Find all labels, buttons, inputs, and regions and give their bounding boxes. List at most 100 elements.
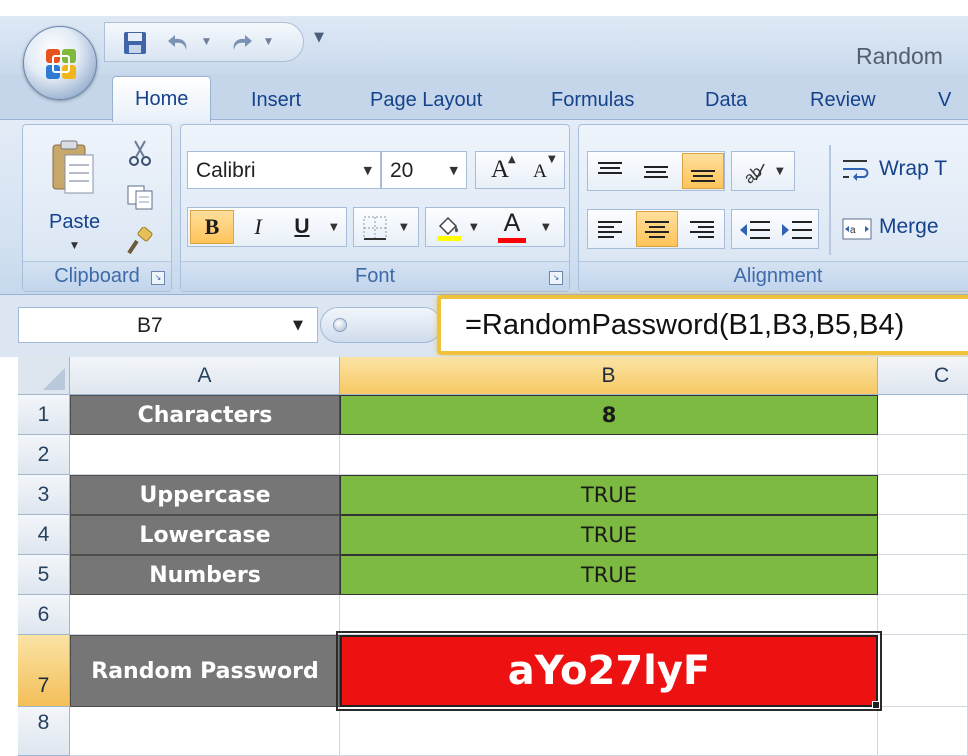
clipboard-group-label: Clipboard: [23, 261, 171, 291]
font-size-combo[interactable]: 20 ▼: [381, 151, 467, 189]
tab-view[interactable]: V: [938, 86, 951, 120]
underline-dropdown-icon[interactable]: ▼: [330, 222, 338, 233]
increase-indent-icon[interactable]: [780, 218, 814, 242]
cell-b5[interactable]: TRUE: [340, 555, 878, 595]
select-all-icon: [43, 368, 65, 390]
tab-data[interactable]: Data: [705, 86, 747, 120]
format-painter-icon[interactable]: [125, 227, 155, 257]
borders-button[interactable]: ▼: [353, 207, 419, 247]
cell-a1[interactable]: Characters: [70, 395, 340, 435]
paste-dropdown-icon[interactable]: ▼: [71, 241, 78, 251]
merge-icon: a: [842, 218, 872, 240]
column-header-c[interactable]: C: [878, 357, 968, 395]
vertical-align-buttons: [587, 151, 725, 191]
tab-formulas[interactable]: Formulas: [551, 86, 634, 120]
merge-button[interactable]: a Merge: [841, 211, 968, 245]
cell-b7-selected[interactable]: aYo27lyF: [336, 631, 882, 711]
indent-buttons: [731, 209, 819, 249]
svg-text:a: a: [850, 225, 856, 236]
font-group-label: Font: [181, 261, 569, 291]
formula-input[interactable]: =RandomPassword(B1,B3,B5,B4): [437, 295, 968, 355]
cell-c5[interactable]: [878, 555, 968, 595]
cell-b3[interactable]: TRUE: [340, 475, 878, 515]
cell-c7[interactable]: [878, 635, 968, 707]
cell-b2[interactable]: [340, 435, 878, 475]
redo-icon[interactable]: [227, 29, 255, 57]
formula-bar-splitter[interactable]: [320, 307, 442, 343]
row-header-6[interactable]: 6: [18, 595, 70, 635]
tab-insert[interactable]: Insert: [251, 86, 301, 120]
row-header-8[interactable]: 8: [18, 707, 70, 756]
paste-label: Paste: [49, 211, 101, 233]
select-all-corner[interactable]: [18, 357, 70, 395]
office-logo-icon: [46, 49, 76, 79]
chevron-down-icon[interactable]: ▼: [293, 318, 303, 333]
cell-a3[interactable]: Uppercase: [70, 475, 340, 515]
clipboard-launcher-icon[interactable]: ↘: [151, 271, 165, 285]
row-header-2[interactable]: 2: [18, 435, 70, 475]
merge-label: Merge: [879, 215, 939, 238]
ribbon: Paste ▼ Clipboard ↘ Calibri ▼ 20 ▼ A ▲ A…: [0, 119, 968, 295]
align-top-icon[interactable]: [596, 160, 624, 184]
font-name-combo[interactable]: Calibri ▼: [187, 151, 381, 189]
name-box[interactable]: B7 ▼: [18, 307, 318, 343]
cell-a8[interactable]: [70, 707, 340, 756]
paste-icon: [52, 140, 94, 194]
cell-a4[interactable]: Lowercase: [70, 515, 340, 555]
borders-dropdown-icon: ▼: [400, 222, 408, 233]
cell-c4[interactable]: [878, 515, 968, 555]
column-header-a[interactable]: A: [70, 357, 340, 395]
cell-c1[interactable]: [878, 395, 968, 435]
cell-a7[interactable]: Random Password: [70, 635, 340, 707]
align-bottom-button[interactable]: [682, 153, 724, 189]
tab-review[interactable]: Review: [810, 86, 876, 120]
save-icon[interactable]: [121, 29, 149, 57]
tab-home[interactable]: Home: [112, 76, 212, 122]
cell-b4[interactable]: TRUE: [340, 515, 878, 555]
customize-icon[interactable]: ▼: [314, 30, 324, 45]
cell-a5[interactable]: Numbers: [70, 555, 340, 595]
cell-c8[interactable]: [878, 707, 968, 756]
bold-button[interactable]: B: [190, 210, 234, 244]
font-color-dropdown-icon[interactable]: ▼: [542, 222, 550, 233]
cell-a2[interactable]: [70, 435, 340, 475]
fill-color-icon[interactable]: [434, 212, 464, 242]
orientation-icon: ab: [741, 163, 766, 186]
italic-button[interactable]: I: [238, 210, 278, 244]
worksheet-grid: A B C 1 2 3 4 5 6 7 8 Characters 8 Upper…: [0, 357, 968, 756]
cell-b6[interactable]: [340, 595, 878, 635]
row-header-3[interactable]: 3: [18, 475, 70, 515]
cell-c6[interactable]: [878, 595, 968, 635]
fill-handle[interactable]: [872, 701, 880, 709]
undo-dropdown-icon[interactable]: ▼: [203, 37, 210, 47]
font-launcher-icon[interactable]: ↘: [549, 271, 563, 285]
align-center-button[interactable]: [636, 211, 678, 247]
redo-dropdown-icon[interactable]: ▼: [265, 37, 272, 47]
font-color-button[interactable]: A: [492, 208, 532, 238]
align-right-icon[interactable]: [688, 218, 716, 242]
cell-c2[interactable]: [878, 435, 968, 475]
copy-icon[interactable]: [125, 183, 155, 211]
cell-b1[interactable]: 8: [340, 395, 878, 435]
tab-page-layout[interactable]: Page Layout: [370, 86, 482, 120]
alignment-group: ab ▼ Wrap T a Merge Alignment: [578, 124, 968, 292]
shrink-arrow-icon: ▼: [548, 154, 556, 165]
row-header-7[interactable]: 7: [18, 635, 70, 707]
cell-c3[interactable]: [878, 475, 968, 515]
decrease-indent-icon[interactable]: [738, 218, 772, 242]
wrap-text-button[interactable]: Wrap T: [841, 153, 968, 187]
align-left-icon[interactable]: [596, 218, 624, 242]
cell-a6[interactable]: [70, 595, 340, 635]
fill-color-dropdown-icon[interactable]: ▼: [470, 222, 478, 233]
cut-icon[interactable]: [127, 139, 153, 167]
row-header-5[interactable]: 5: [18, 555, 70, 595]
orientation-button[interactable]: ab ▼: [731, 151, 795, 191]
cell-b8[interactable]: [340, 707, 878, 756]
underline-button[interactable]: U: [282, 210, 322, 244]
office-button[interactable]: [23, 26, 97, 100]
align-middle-icon[interactable]: [642, 160, 670, 184]
undo-icon[interactable]: [165, 29, 193, 57]
row-header-4[interactable]: 4: [18, 515, 70, 555]
column-header-b[interactable]: B: [340, 357, 878, 395]
row-header-1[interactable]: 1: [18, 395, 70, 435]
